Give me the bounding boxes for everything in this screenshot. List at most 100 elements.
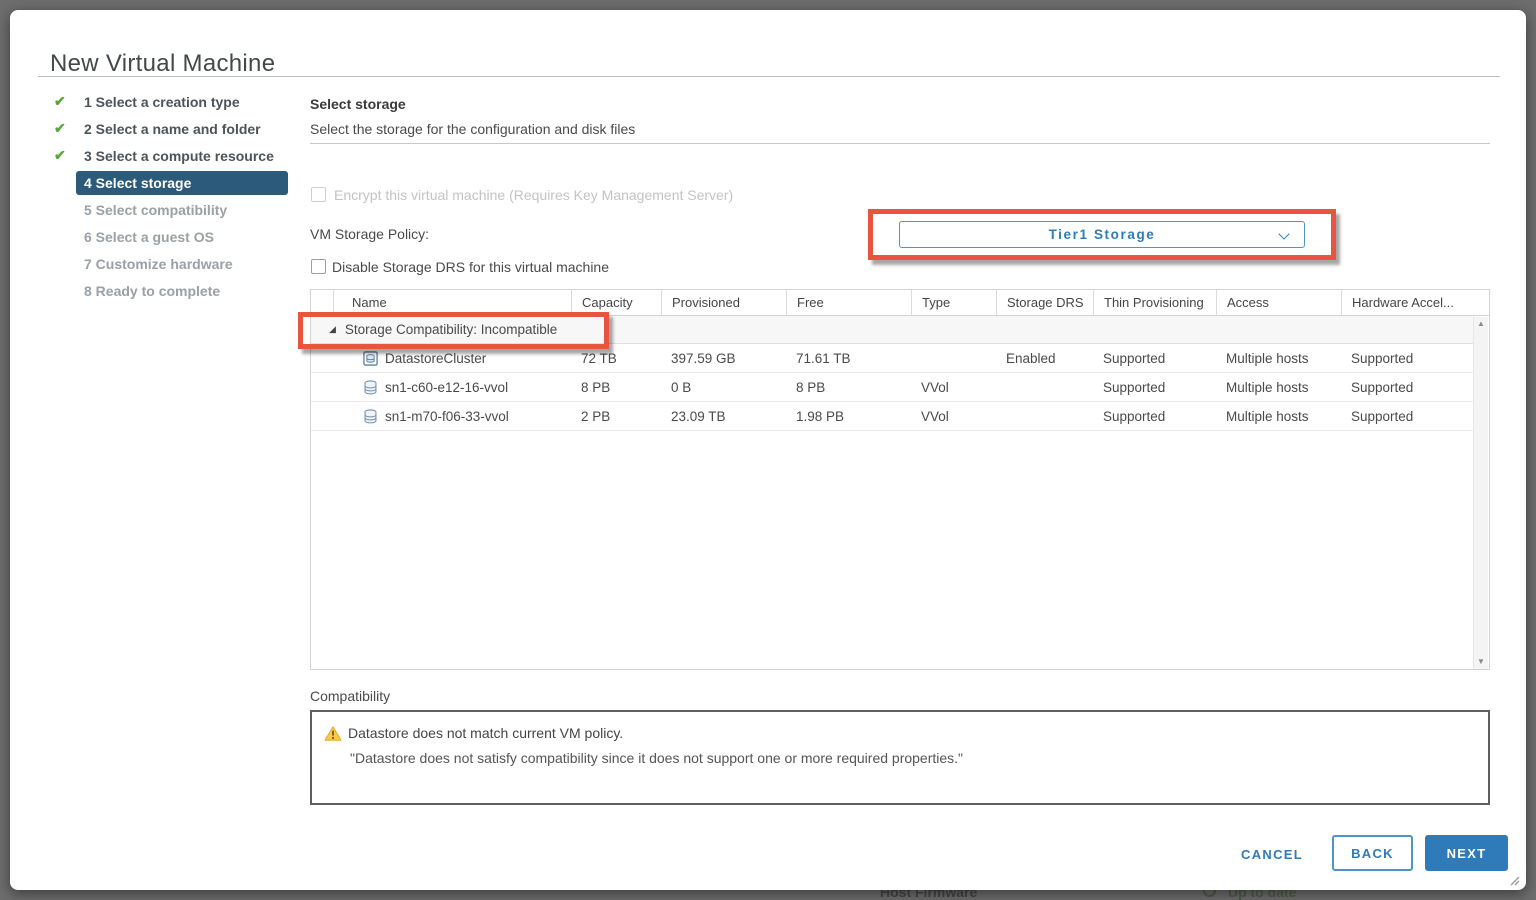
- cell-hw: Supported: [1351, 408, 1414, 424]
- dialog-title: New Virtual Machine: [50, 50, 276, 77]
- wizard-step-7[interactable]: 7 Customize hardware: [54, 250, 288, 277]
- wizard-step-label: 2 Select a name and folder: [84, 120, 261, 137]
- disable-storage-drs-label: Disable Storage DRS for this virtual mac…: [332, 259, 610, 275]
- scroll-up-icon[interactable]: ▲: [1477, 320, 1485, 328]
- warning-detail: "Datastore does not satisfy compatibilit…: [350, 750, 964, 766]
- title-divider: [38, 76, 1500, 77]
- annotation-box-policy: Tier1 Storage: [868, 209, 1336, 260]
- storage-compatibility-group-label: Storage Compatibility: Incompatible: [344, 322, 558, 337]
- row-selector-cell: [311, 344, 333, 372]
- cancel-button[interactable]: CANCEL: [1232, 836, 1312, 872]
- wizard-step-label: 5 Select compatibility: [84, 201, 228, 218]
- datastore-table-header: Name Capacity Provisioned Free Type Storage D…: [311, 290, 1489, 316]
- cell-type: VVol: [921, 408, 949, 424]
- scroll-down-icon[interactable]: ▼: [1477, 658, 1485, 666]
- wizard-step-3[interactable]: ✔ 3 Select a compute resource: [54, 142, 288, 169]
- check-icon: ✔: [54, 147, 66, 163]
- datastore-name: sn1-m70-f06-33-vvol: [385, 408, 509, 424]
- storage-compatibility-group-row[interactable]: ◢ Storage Compatibility: Incompatible: [311, 316, 1475, 344]
- datastore-icon: [363, 408, 378, 424]
- header-selector-cell: [311, 290, 333, 315]
- column-header-free[interactable]: Free: [786, 290, 911, 315]
- datastore-name: DatastoreCluster: [385, 350, 487, 366]
- wizard-step-label: 8 Ready to complete: [84, 282, 221, 299]
- wizard-steps: ✔ 1 Select a creation type ✔ 2 Select a nam…: [54, 88, 288, 304]
- column-header-capacity[interactable]: Capacity: [571, 290, 661, 315]
- cell-access: Multiple hosts: [1226, 379, 1309, 395]
- cell-access: Multiple hosts: [1226, 350, 1309, 366]
- cell-capacity: 2 PB: [581, 408, 611, 424]
- next-button[interactable]: NEXT: [1425, 835, 1508, 871]
- cell-free: 71.61 TB: [796, 350, 851, 366]
- resize-handle[interactable]: [1506, 872, 1520, 886]
- wizard-step-label: 3 Select a compute resource: [84, 147, 274, 164]
- chevron-down-icon: [1278, 228, 1290, 240]
- datastore-name: sn1-c60-e12-16-vvol: [385, 379, 509, 395]
- column-header-provisioned[interactable]: Provisioned: [661, 290, 786, 315]
- encrypt-vm-checkbox[interactable]: [311, 187, 326, 202]
- wizard-step-label: 4 Select storage: [76, 170, 288, 195]
- cell-storage_drs: Enabled: [1006, 350, 1056, 366]
- check-icon: ✔: [54, 93, 66, 109]
- vm-storage-policy-label: VM Storage Policy:: [310, 226, 430, 242]
- encrypt-vm-label: Encrypt this virtual machine (Requires K…: [334, 187, 734, 203]
- new-vm-wizard-dialog: New Virtual Machine ✔ 1 Select a creation…: [10, 10, 1526, 890]
- table-scrollbar[interactable]: ▲ ▼: [1473, 317, 1488, 669]
- page-subheading: Select the storage for the configuration…: [310, 121, 636, 137]
- back-button[interactable]: BACK: [1332, 835, 1413, 871]
- wizard-step-5[interactable]: 5 Select compatibility: [54, 196, 288, 223]
- column-header-access[interactable]: Access: [1216, 290, 1341, 315]
- wizard-step-1[interactable]: ✔ 1 Select a creation type: [54, 88, 288, 115]
- disable-storage-drs-checkbox[interactable]: [311, 259, 326, 274]
- table-row-sn1-m70-f06-33-vvol[interactable]: sn1-m70-f06-33-vvol 2 PB 23.09 TB 1.98 PB VV…: [311, 402, 1475, 431]
- wizard-step-6[interactable]: 6 Select a guest OS: [54, 223, 288, 250]
- check-icon: ✔: [54, 120, 66, 136]
- column-header-hardware-accel[interactable]: Hardware Accel...: [1341, 290, 1489, 315]
- cell-name: DatastoreCluster: [333, 344, 571, 372]
- wizard-step-4[interactable]: 4 Select storage: [54, 169, 288, 196]
- cell-provisioned: 0 B: [671, 379, 692, 395]
- cell-thin: Supported: [1103, 379, 1166, 395]
- datastore-table: Name Capacity Provisioned Free Type Storage D…: [310, 289, 1490, 670]
- warning-icon: [324, 725, 342, 747]
- screen: Host Firmware Up to date New Virtual Mac…: [0, 0, 1536, 900]
- cell-free: 1.98 PB: [796, 408, 845, 424]
- vm-storage-policy-dropdown[interactable]: Tier1 Storage: [899, 221, 1305, 248]
- warning-title: Datastore does not match current VM poli…: [348, 725, 624, 741]
- datastore-icon: [363, 379, 378, 395]
- cell-provisioned: 397.59 GB: [671, 350, 736, 366]
- cell-thin: Supported: [1103, 350, 1166, 366]
- row-selector-cell: [311, 373, 333, 401]
- compatibility-panel: Datastore does not match current VM poli…: [310, 710, 1490, 805]
- column-header-storage-drs[interactable]: Storage DRS: [996, 290, 1093, 315]
- row-selector-cell: [311, 402, 333, 430]
- cell-provisioned: 23.09 TB: [671, 408, 726, 424]
- content-divider: [310, 143, 1490, 144]
- wizard-step-label: 6 Select a guest OS: [84, 228, 214, 245]
- column-header-type[interactable]: Type: [911, 290, 996, 315]
- wizard-step-2[interactable]: ✔ 2 Select a name and folder: [54, 115, 288, 142]
- cell-storage_drs: [996, 373, 1093, 401]
- expand-caret-icon[interactable]: ◢: [329, 324, 336, 335]
- cell-storage_drs: [996, 402, 1093, 430]
- cell-access: Multiple hosts: [1226, 408, 1309, 424]
- cell-hw: Supported: [1351, 350, 1414, 366]
- cell-type: VVol: [921, 379, 949, 395]
- wizard-step-label: 7 Customize hardware: [84, 255, 233, 272]
- cell-capacity: 72 TB: [581, 350, 617, 366]
- datastore-cluster-icon: [363, 350, 378, 366]
- cell-type: [911, 344, 996, 372]
- column-header-thin-provisioning[interactable]: Thin Provisioning: [1093, 290, 1216, 315]
- column-header-name[interactable]: Name: [333, 290, 571, 315]
- cell-hw: Supported: [1351, 379, 1414, 395]
- cell-name: sn1-c60-e12-16-vvol: [333, 373, 571, 401]
- datastore-rows: DatastoreCluster 72 TB 397.59 GB 71.61 TB En…: [311, 344, 1489, 431]
- cell-capacity: 8 PB: [581, 379, 611, 395]
- table-row-DatastoreCluster[interactable]: DatastoreCluster 72 TB 397.59 GB 71.61 TB En…: [311, 344, 1475, 373]
- wizard-step-8[interactable]: 8 Ready to complete: [54, 277, 288, 304]
- compatibility-label: Compatibility: [310, 688, 391, 704]
- page-heading: Select storage: [310, 96, 406, 112]
- wizard-step-label: 1 Select a creation type: [84, 93, 240, 110]
- vm-storage-policy-value: Tier1 Storage: [1048, 227, 1156, 242]
- table-row-sn1-c60-e12-16-vvol[interactable]: sn1-c60-e12-16-vvol 8 PB 0 B 8 PB VVol Suppor…: [311, 373, 1475, 402]
